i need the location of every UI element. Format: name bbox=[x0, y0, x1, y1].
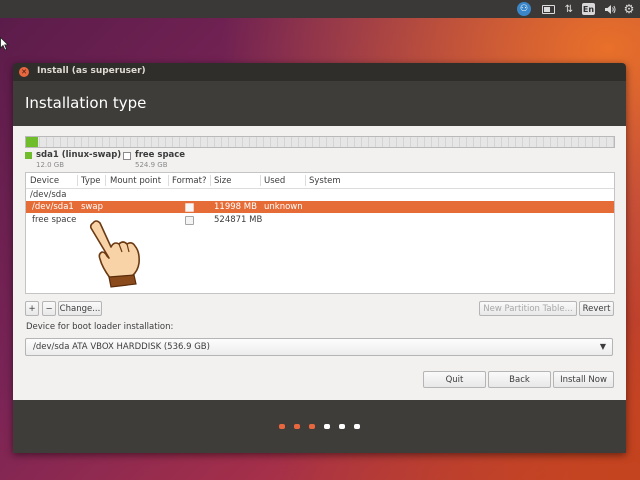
progress-dot bbox=[309, 424, 315, 429]
page-header: Installation type bbox=[13, 81, 626, 126]
column-header-format[interactable]: Format? bbox=[172, 176, 206, 186]
device-cell: free space bbox=[32, 215, 77, 225]
format-checkbox[interactable] bbox=[185, 216, 194, 225]
column-header-used[interactable]: Used bbox=[264, 176, 285, 186]
accessibility-icon[interactable]: ⚇ bbox=[517, 2, 531, 16]
progress-dot bbox=[279, 424, 285, 429]
partition-bar bbox=[25, 136, 615, 148]
legend-swatch bbox=[25, 152, 32, 159]
new-partition-table-button[interactable]: New Partition Table... bbox=[479, 301, 577, 316]
add-partition-button[interactable]: + bbox=[25, 301, 39, 316]
chevron-down-icon: ▼ bbox=[599, 342, 606, 351]
used-cell: unknown bbox=[264, 202, 303, 212]
network-arrows-icon[interactable]: ⇅ bbox=[562, 2, 576, 16]
progress-dots bbox=[13, 400, 626, 453]
install-now-button[interactable]: Install Now bbox=[553, 371, 614, 388]
change-partition-button[interactable]: Change... bbox=[58, 301, 102, 316]
remove-partition-button[interactable]: − bbox=[42, 301, 56, 316]
top-panel: ⚇ ⇅ En ⚙ bbox=[0, 0, 640, 18]
column-header-type[interactable]: Type bbox=[81, 176, 101, 186]
close-icon[interactable]: ✕ bbox=[19, 67, 29, 77]
size-cell: 524871 MB bbox=[214, 215, 263, 225]
device-cell: /dev/sda bbox=[30, 190, 67, 200]
column-header-system[interactable]: System bbox=[309, 176, 341, 186]
legend-item-free-space: free space 524.9 GB bbox=[123, 150, 185, 169]
legend-item-sda1: sda1 (linux-swap) 12.0 GB bbox=[25, 150, 121, 169]
column-header-device[interactable]: Device bbox=[30, 176, 59, 186]
bootloader-device-value: /dev/sda ATA VBOX HARDDISK (536.9 GB) bbox=[33, 342, 210, 352]
gear-icon[interactable]: ⚙ bbox=[622, 2, 636, 16]
partition-bar-used-segment bbox=[26, 137, 38, 147]
title-bar: ✕ Install (as superuser) bbox=[13, 63, 626, 81]
legend-name: sda1 (linux-swap) bbox=[36, 150, 122, 160]
column-header-size[interactable]: Size bbox=[214, 176, 231, 186]
language-indicator[interactable]: En bbox=[582, 3, 595, 15]
size-cell: 11998 MB bbox=[214, 202, 257, 212]
progress-dot bbox=[339, 424, 345, 429]
format-checkbox[interactable] bbox=[185, 203, 194, 212]
bootloader-device-select[interactable]: /dev/sda ATA VBOX HARDDISK (536.9 GB) ▼ bbox=[25, 338, 613, 356]
window-title: Install (as superuser) bbox=[37, 66, 146, 76]
table-row-group[interactable]: /dev/sda bbox=[26, 189, 614, 201]
progress-dot bbox=[354, 424, 360, 429]
speaker-icon[interactable] bbox=[603, 2, 617, 16]
quit-button[interactable]: Quit bbox=[423, 371, 486, 388]
table-header: Device Type Mount point Format? Size Use… bbox=[26, 173, 614, 189]
page-title: Installation type bbox=[25, 94, 147, 112]
device-cell: /dev/sda1 bbox=[32, 202, 74, 212]
pointing-hand-icon bbox=[89, 220, 140, 288]
bootloader-label: Device for boot loader installation: bbox=[26, 322, 174, 332]
legend-name: free space bbox=[135, 150, 186, 160]
legend-size: 524.9 GB bbox=[135, 161, 168, 169]
battery-icon[interactable] bbox=[540, 2, 556, 16]
back-button[interactable]: Back bbox=[488, 371, 551, 388]
column-header-mount-point[interactable]: Mount point bbox=[110, 176, 161, 186]
legend-size: 12.0 GB bbox=[36, 161, 65, 169]
revert-button[interactable]: Revert bbox=[579, 301, 614, 316]
progress-dot bbox=[294, 424, 300, 429]
legend-swatch bbox=[123, 152, 131, 160]
progress-dot bbox=[324, 424, 330, 429]
mouse-pointer-icon bbox=[0, 37, 9, 51]
footer bbox=[13, 400, 626, 453]
table-row[interactable]: /dev/sda1 swap 11998 MB unknown bbox=[26, 201, 614, 213]
type-cell: swap bbox=[81, 202, 103, 212]
